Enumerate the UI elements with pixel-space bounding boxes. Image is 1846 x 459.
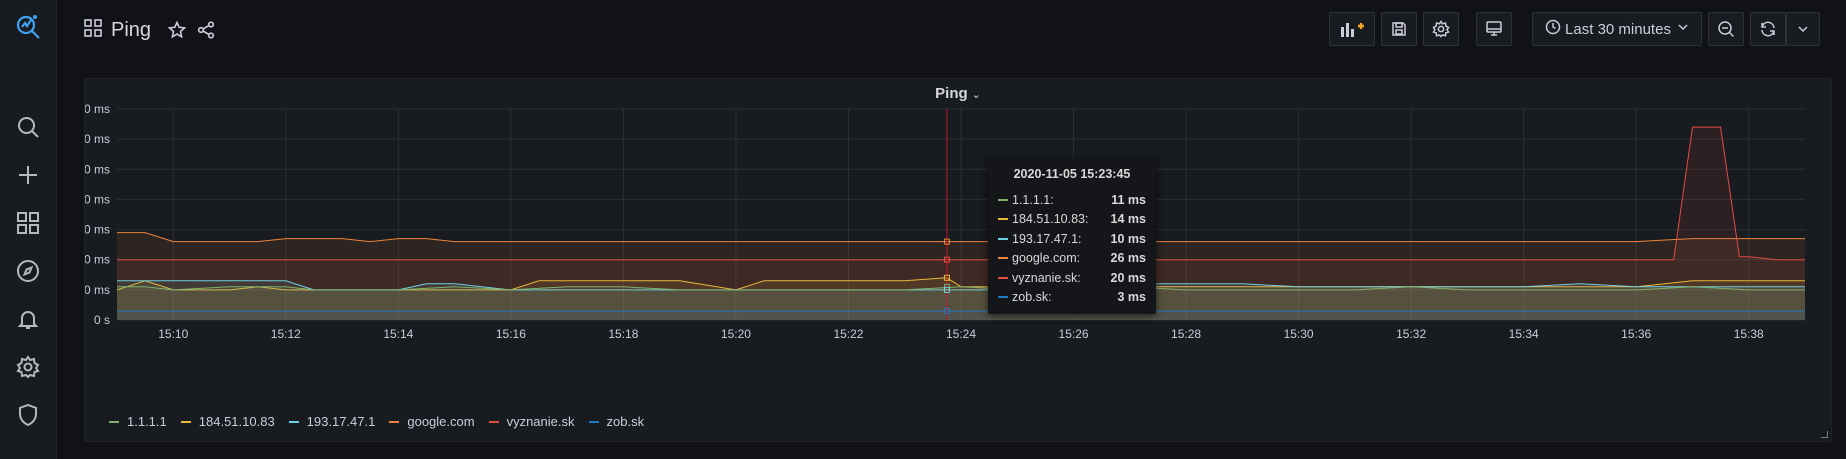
tooltip-swatch <box>998 198 1008 201</box>
refresh-interval-dropdown[interactable] <box>1786 12 1820 46</box>
grafana-logo-icon[interactable] <box>14 12 42 40</box>
legend-swatch <box>389 420 400 423</box>
y-tick-label: 30 ms <box>85 223 110 237</box>
legend-item[interactable]: vyznanie.sk <box>488 414 575 429</box>
dashboard-navbar: Ping Last 30 minutes <box>56 0 1846 60</box>
chevron-down-icon <box>1677 20 1689 38</box>
x-tick-label: 15:24 <box>946 327 976 341</box>
tooltip-row: 193.17.47.1: 10 ms <box>998 229 1146 249</box>
share-icon[interactable] <box>194 18 218 42</box>
tooltip-row: zob.sk: 3 ms <box>998 288 1146 308</box>
dashboard-grid-icon <box>84 18 102 42</box>
clock-icon <box>1545 19 1561 40</box>
graph-legend: 1.1.1.1 184.51.10.83 193.17.47.1 google.com… <box>109 414 658 429</box>
tooltip-row: vyznanie.sk: 20 ms <box>998 268 1146 288</box>
legend-item[interactable]: google.com <box>389 414 475 429</box>
zoom-out-button[interactable] <box>1708 12 1744 46</box>
tooltip-swatch <box>998 276 1008 279</box>
x-tick-label: 15:10 <box>158 327 188 341</box>
tooltip-series-name: zob.sk: <box>1012 290 1052 305</box>
y-tick-label: 70 ms <box>85 102 110 116</box>
x-tick-label: 15:38 <box>1734 327 1764 341</box>
tooltip-swatch <box>998 237 1008 240</box>
refresh-button[interactable] <box>1750 12 1786 46</box>
search-icon[interactable] <box>16 115 40 139</box>
tooltip-row: google.com: 26 ms <box>998 249 1146 269</box>
tooltip-swatch <box>998 257 1008 260</box>
time-range-picker[interactable]: Last 30 minutes <box>1532 12 1702 46</box>
dashboard-title[interactable]: Ping <box>111 19 151 42</box>
tooltip-series-name: 1.1.1.1: <box>1012 192 1054 207</box>
tooltip-row: 184.51.10.83: 14 ms <box>998 210 1146 230</box>
x-tick-label: 15:30 <box>1284 327 1314 341</box>
tooltip-series-value: 11 ms <box>1111 192 1146 207</box>
x-tick-label: 15:20 <box>721 327 751 341</box>
ping-panel: Ping⌄ 0 s10 ms20 ms30 ms40 ms50 ms60 ms7… <box>84 78 1832 442</box>
y-tick-label: 0 s <box>94 313 110 327</box>
tooltip-series-name: vyznanie.sk: <box>1012 270 1081 285</box>
y-tick-label: 60 ms <box>85 132 110 146</box>
legend-item[interactable]: zob.sk <box>588 414 645 429</box>
alerting-bell-icon[interactable] <box>16 307 40 331</box>
tooltip-row: 1.1.1.1: 11 ms <box>998 190 1146 210</box>
legend-item[interactable]: 184.51.10.83 <box>180 414 275 429</box>
create-plus-icon[interactable] <box>16 163 40 187</box>
legend-label: google.com <box>407 414 475 429</box>
x-tick-label: 15:36 <box>1621 327 1651 341</box>
tooltip-series-value: 14 ms <box>1110 212 1146 227</box>
ping-graph[interactable]: 0 s 10 ms 20 ms 30 ms 40 ms 50 ms 60 ms 70 ms 15… <box>85 79 1833 409</box>
y-tick-label: 50 ms <box>85 162 110 176</box>
panel-resize-handle[interactable] <box>1821 431 1828 438</box>
x-tick-label: 15:28 <box>1171 327 1201 341</box>
tooltip-series-name: google.com: <box>1012 251 1081 266</box>
x-tick-label: 15:34 <box>1509 327 1539 341</box>
y-tick-label: 20 ms <box>85 253 110 267</box>
legend-swatch <box>109 420 119 423</box>
x-tick-label: 15:12 <box>271 327 301 341</box>
series-fill-zob-sk <box>117 311 1805 320</box>
legend-swatch <box>488 420 499 423</box>
tooltip-swatch <box>998 296 1008 299</box>
cycle-view-mode-button[interactable] <box>1476 12 1512 46</box>
legend-label: zob.sk <box>606 414 645 429</box>
tooltip-series-value: 3 ms <box>1117 290 1147 305</box>
x-tick-label: 15:16 <box>496 327 526 341</box>
y-tick-label: 10 ms <box>85 283 110 297</box>
configuration-gear-icon[interactable] <box>16 355 40 379</box>
x-tick-label: 15:32 <box>1396 327 1426 341</box>
legend-label: 1.1.1.1 <box>127 414 167 429</box>
tooltip-series-value: 26 ms <box>1110 251 1146 266</box>
y-tick-label: 40 ms <box>85 192 110 206</box>
side-menu <box>0 0 57 459</box>
x-tick-label: 15:18 <box>608 327 638 341</box>
time-range-label: Last 30 minutes <box>1565 20 1671 38</box>
legend-label: 184.51.10.83 <box>198 414 275 429</box>
dashboards-icon[interactable] <box>16 211 40 235</box>
graph-tooltip: 2020-11-05 15:23:45 1.1.1.1: 11 ms 184.51.… <box>988 158 1156 314</box>
explore-compass-icon[interactable] <box>16 259 40 283</box>
tooltip-swatch <box>998 218 1008 221</box>
star-icon[interactable] <box>165 18 189 42</box>
legend-label: 193.17.47.1 <box>306 414 376 429</box>
tooltip-series-name: 184.51.10.83: <box>1012 212 1089 227</box>
tooltip-series-value: 10 ms <box>1110 231 1146 246</box>
tooltip-series-name: 193.17.47.1: <box>1012 231 1082 246</box>
legend-swatch <box>588 420 599 423</box>
legend-item[interactable]: 193.17.47.1 <box>288 414 376 429</box>
dashboard-settings-button[interactable] <box>1423 12 1459 46</box>
legend-label: vyznanie.sk <box>506 414 575 429</box>
legend-item[interactable]: 1.1.1.1 <box>109 414 167 429</box>
tooltip-time: 2020-11-05 15:23:45 <box>1013 167 1131 181</box>
save-dashboard-button[interactable] <box>1381 12 1417 46</box>
tooltip-series-value: 20 ms <box>1110 270 1146 285</box>
x-tick-label: 15:22 <box>833 327 863 341</box>
add-panel-button[interactable] <box>1329 12 1375 46</box>
x-tick-label: 15:26 <box>1059 327 1089 341</box>
server-admin-shield-icon[interactable] <box>16 403 40 427</box>
legend-swatch <box>288 420 299 423</box>
legend-swatch <box>180 420 191 423</box>
x-tick-label: 15:14 <box>383 327 413 341</box>
